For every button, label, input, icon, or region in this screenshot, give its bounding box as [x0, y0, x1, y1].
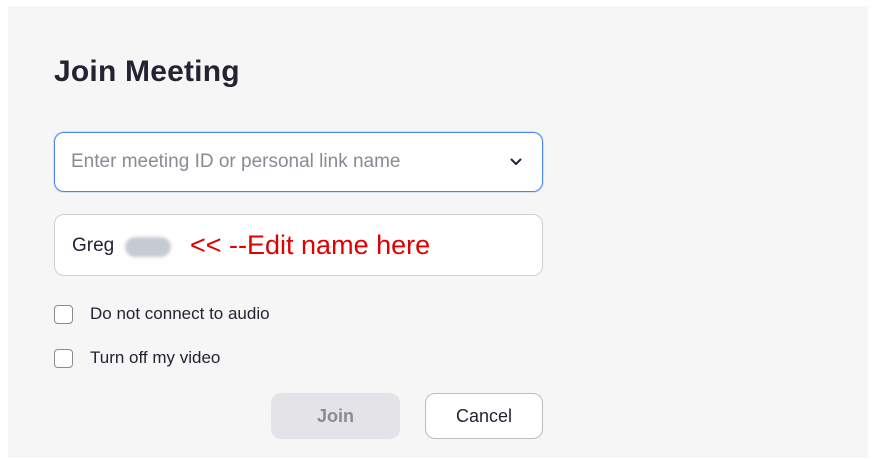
video-checkbox[interactable]	[54, 348, 73, 368]
option-video-row[interactable]: Turn off my video	[54, 346, 220, 370]
edit-name-annotation: << --Edit name here	[190, 230, 431, 260]
display-name-field[interactable]: Greg << --Edit name here	[54, 214, 543, 276]
chevron-down-icon[interactable]	[510, 157, 522, 167]
video-checkbox-label[interactable]: Turn off my video	[90, 348, 220, 368]
meeting-id-input[interactable]	[71, 133, 491, 190]
cancel-button[interactable]: Cancel	[425, 393, 543, 439]
audio-checkbox[interactable]	[54, 304, 73, 324]
join-meeting-dialog: Join Meeting Greg << --Edit name here Do…	[8, 6, 868, 458]
meeting-id-combobox[interactable]	[54, 132, 543, 192]
dialog-title: Join Meeting	[54, 55, 240, 88]
join-button[interactable]: Join	[271, 393, 400, 439]
audio-checkbox-label[interactable]: Do not connect to audio	[90, 304, 270, 324]
display-name-value[interactable]: Greg	[72, 235, 114, 257]
redacted-surname	[125, 237, 171, 257]
option-audio-row[interactable]: Do not connect to audio	[54, 302, 270, 326]
